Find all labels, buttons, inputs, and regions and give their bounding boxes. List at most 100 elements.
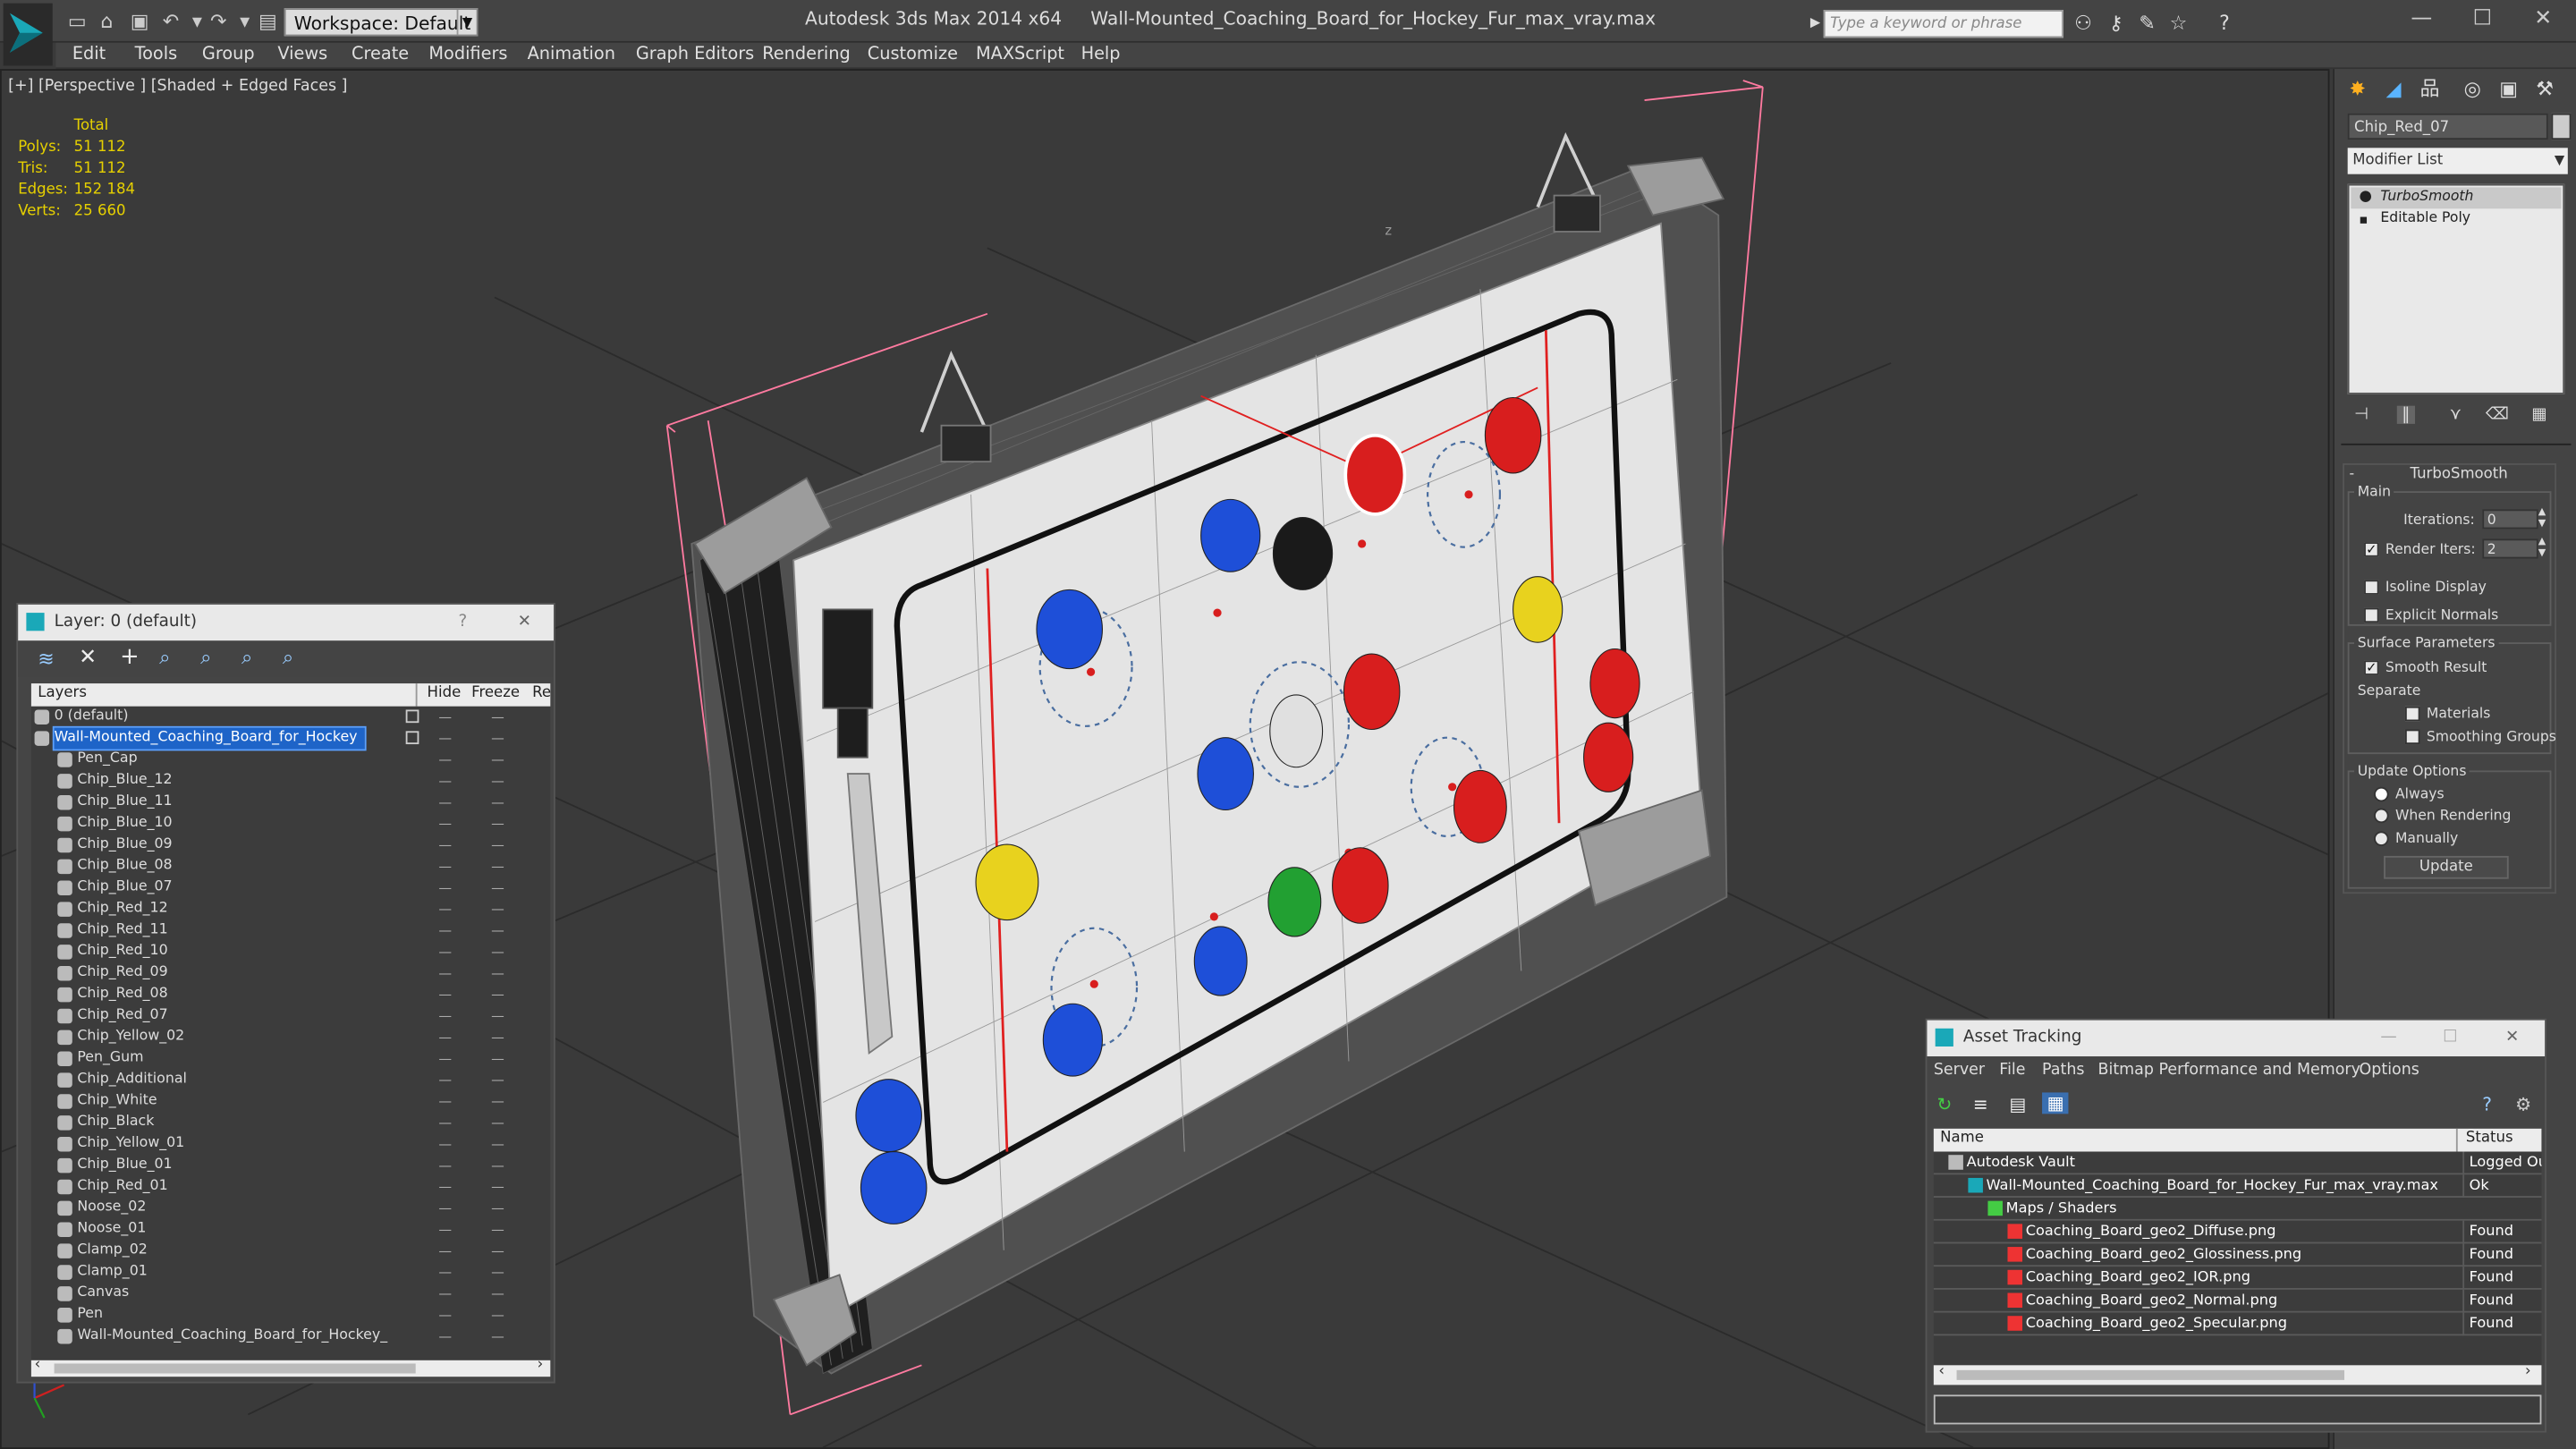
scroll-thumb[interactable] — [1956, 1369, 2345, 1380]
materials-checkbox[interactable] — [2404, 706, 2420, 722]
freeze-toggle[interactable]: — — [491, 1005, 507, 1027]
smoothing-groups-checkbox[interactable] — [2404, 729, 2420, 745]
hide-toggle[interactable]: — — [438, 1091, 454, 1113]
layer-row[interactable]: Chip_Blue_10 — — — [31, 813, 550, 835]
freeze-toggle[interactable]: — — [491, 1070, 507, 1091]
freeze-toggle[interactable]: — — [491, 728, 507, 750]
freeze-toggle[interactable]: — — [491, 984, 507, 1005]
freeze-toggle[interactable]: — — [491, 835, 507, 856]
freeze-toggle[interactable]: — — [491, 750, 507, 771]
layer-row[interactable]: Chip_Black — — — [31, 1112, 550, 1133]
layer-row[interactable]: Chip_White — — — [31, 1091, 550, 1113]
asset-row[interactable]: Coaching_Board_geo2_Glossiness.png Found — [1933, 1243, 2542, 1267]
freeze-all-layers-icon[interactable]: ⌕ — [283, 646, 293, 671]
undo-dropdown-icon[interactable]: ▾ — [186, 10, 209, 33]
modify-tab-icon[interactable]: ◢ — [2377, 74, 2411, 104]
asset-row[interactable]: Coaching_Board_geo2_Normal.png Found — [1933, 1289, 2542, 1313]
freeze-toggle[interactable]: — — [491, 1048, 507, 1070]
layer-panel-titlebar[interactable]: Layer: 0 (default) ? ✕ — [18, 604, 554, 641]
menu-rendering[interactable]: Rendering — [762, 45, 850, 64]
close-button[interactable]: ✕ — [2521, 5, 2566, 35]
asset-row[interactable]: Coaching_Board_geo2_Diffuse.png Found — [1933, 1220, 2542, 1244]
pin-stack-icon[interactable]: ⊣ — [2354, 406, 2368, 424]
refresh-icon[interactable]: ↻ — [1937, 1094, 1953, 1115]
menu-help[interactable]: Help — [1081, 45, 1121, 64]
col-hide[interactable]: Hide — [428, 685, 462, 701]
freeze-toggle[interactable]: — — [491, 770, 507, 792]
layer-horizontal-scrollbar[interactable]: ‹ › — [30, 1357, 551, 1377]
update-button[interactable]: Update — [2384, 855, 2509, 879]
asset-panel-titlebar[interactable]: Asset Tracking — ☐ ✕ — [1927, 1020, 2546, 1057]
search-expand-icon[interactable]: ▶ — [1807, 10, 1823, 36]
freeze-toggle[interactable]: — — [491, 1304, 507, 1326]
table-view-icon[interactable]: ▦ — [2042, 1092, 2070, 1114]
hide-toggle[interactable]: — — [438, 1070, 454, 1091]
communication-icon[interactable]: ✎ — [2134, 10, 2160, 36]
asset-list[interactable]: Autodesk Vault Logged Ou Wall-Mounted_Coac… — [1933, 1151, 2542, 1366]
asset-menu-options[interactable]: Options — [2360, 1062, 2419, 1080]
hide-toggle[interactable]: — — [438, 1198, 454, 1219]
always-radio[interactable] — [2374, 786, 2389, 802]
layer-row[interactable]: Clamp_02 — — — [31, 1241, 550, 1262]
redo-dropdown-icon[interactable]: ▾ — [233, 10, 257, 33]
thumbnail-view-icon[interactable]: ▤ — [2009, 1094, 2026, 1115]
when-rendering-radio[interactable] — [2374, 808, 2389, 824]
layer-row[interactable]: Chip_Blue_12 — — — [31, 770, 550, 792]
freeze-toggle[interactable]: — — [491, 1027, 507, 1048]
object-name-field[interactable]: Chip_Red_07 — [2347, 113, 2548, 140]
hide-toggle[interactable]: — — [438, 1027, 454, 1048]
layer-list[interactable]: 0 (default) — — Wall-Mounted_Coaching_Board… — [30, 706, 551, 1360]
asset-row[interactable]: Wall-Mounted_Coaching_Board_for_Hockey_F… — [1933, 1174, 2542, 1198]
hide-toggle[interactable]: — — [438, 750, 454, 771]
make-unique-icon[interactable]: ⋎ — [2450, 406, 2462, 424]
utilities-tab-icon[interactable]: ⚒ — [2529, 74, 2562, 104]
col-status[interactable]: Status — [2466, 1131, 2513, 1147]
smooth-result-checkbox[interactable]: ✓ — [2364, 660, 2379, 675]
hide-toggle[interactable]: — — [438, 813, 454, 835]
minimize-button[interactable]: — — [2399, 5, 2445, 35]
object-color-swatch[interactable] — [2551, 113, 2572, 140]
layer-row[interactable]: Chip_Blue_07 — — — [31, 877, 550, 899]
layer-row[interactable]: Chip_Red_08 — — — [31, 984, 550, 1005]
hide-toggle[interactable]: — — [438, 984, 454, 1005]
layer-row[interactable]: Chip_Additional — — — [31, 1070, 550, 1091]
hide-toggle[interactable]: — — [438, 1048, 454, 1070]
asset-horizontal-scrollbar[interactable]: ‹ › — [1933, 1363, 2542, 1385]
col-layers[interactable]: Layers — [38, 685, 87, 701]
asset-menu-server[interactable]: Server — [1934, 1062, 1985, 1080]
hide-toggle[interactable]: — — [438, 1241, 454, 1262]
manually-radio[interactable] — [2374, 831, 2389, 846]
layer-row[interactable]: Clamp_01 — — — [31, 1262, 550, 1284]
create-tab-icon[interactable]: ✸ — [2341, 74, 2374, 104]
hide-toggle[interactable]: — — [438, 728, 454, 750]
freeze-toggle[interactable]: — — [491, 792, 507, 813]
scroll-right-icon[interactable]: › — [538, 1357, 544, 1373]
menu-create[interactable]: Create — [352, 45, 409, 64]
app-logo-icon[interactable] — [3, 3, 53, 66]
layer-row[interactable]: Chip_Yellow_02 — — — [31, 1027, 550, 1048]
isoline-display-checkbox[interactable] — [2364, 580, 2379, 595]
layer-row[interactable]: Chip_Red_09 — — — [31, 962, 550, 984]
freeze-toggle[interactable]: — — [491, 813, 507, 835]
create-layer-icon[interactable]: ≋ — [38, 648, 54, 671]
key-icon[interactable]: ⚷ — [2103, 10, 2129, 36]
hide-toggle[interactable]: — — [438, 899, 454, 920]
hide-all-layers-icon[interactable]: ⌕ — [242, 646, 252, 671]
hide-toggle[interactable]: — — [438, 1283, 454, 1304]
open-file-icon[interactable]: ⌂ — [96, 10, 119, 33]
layer-row[interactable]: Noose_02 — — — [31, 1198, 550, 1219]
remove-modifier-icon[interactable]: ⌫ — [2486, 406, 2509, 424]
show-end-result-icon[interactable]: ‖ — [2396, 405, 2415, 424]
layer-row[interactable]: Wall-Mounted_Coaching_Board_for_Hockey — — — [31, 725, 550, 751]
layer-row[interactable]: Canvas — — — [31, 1283, 550, 1304]
hide-toggle[interactable]: — — [438, 920, 454, 942]
maximize-button[interactable]: ☐ — [2460, 5, 2505, 35]
hide-toggle[interactable]: — — [438, 877, 454, 899]
layer-row[interactable]: Chip_Yellow_01 — — — [31, 1133, 550, 1155]
display-tab-icon[interactable]: ▣ — [2492, 74, 2525, 104]
render-iters-checkbox[interactable]: ✓ — [2364, 542, 2379, 557]
expand-plus-icon[interactable]: ▪ — [2360, 208, 2368, 230]
freeze-toggle[interactable]: — — [491, 1112, 507, 1133]
layer-row[interactable]: Chip_Blue_01 — — — [31, 1155, 550, 1176]
layer-row[interactable]: Chip_Red_11 — — — [31, 920, 550, 942]
